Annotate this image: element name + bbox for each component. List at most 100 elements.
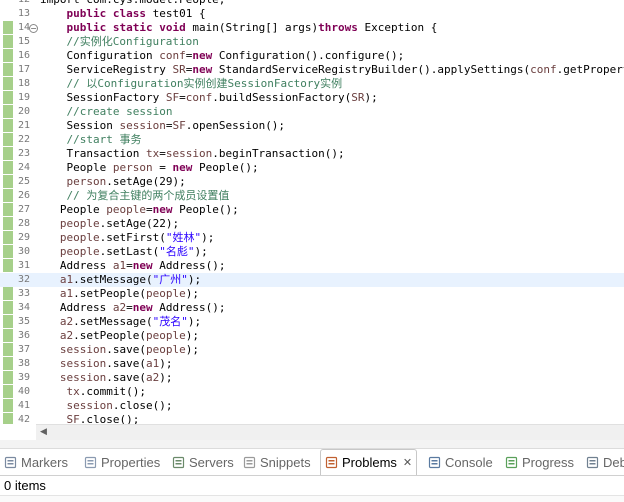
code-line[interactable]: 25 person.setAge(29); xyxy=(0,175,624,189)
line-number: 30 xyxy=(17,246,30,257)
tab-problems[interactable]: Problems ✕ xyxy=(320,449,418,475)
code-text: session.close(); xyxy=(66,399,173,412)
tab-console[interactable]: Console xyxy=(428,449,493,475)
line-number: 37 xyxy=(17,344,30,355)
code-text: tx.commit(); xyxy=(66,385,146,398)
close-icon[interactable]: ✕ xyxy=(403,456,412,469)
tab-properties[interactable]: Properties xyxy=(84,449,160,475)
line-number: 33 xyxy=(17,288,30,299)
line-number: 20 xyxy=(17,106,30,117)
code-text: a1.setPeople(people); xyxy=(59,287,199,300)
code-line[interactable]: 16 Configuration conf=new Configuration(… xyxy=(0,49,624,63)
code-text: SF.close(); xyxy=(66,413,140,424)
line-number: 22 xyxy=(17,134,30,145)
code-line[interactable]: 27 People people=new People(); xyxy=(0,203,624,217)
tab-label: Markers xyxy=(21,454,68,470)
line-number: 25 xyxy=(17,176,30,187)
code-text: import com.cys.model.People; xyxy=(40,0,225,7)
code-text: Address a2=new Address(); xyxy=(40,301,226,314)
code-text: SessionFactory SF=conf.buildSessionFacto… xyxy=(40,91,378,104)
problems-view: 0 items xyxy=(0,475,624,502)
code-text: // 以Configuration实例创建SessionFactory实例 xyxy=(66,77,343,90)
code-line[interactable]: 15 //实例化Configuration xyxy=(0,35,624,49)
problems-icon xyxy=(325,456,338,469)
code-line[interactable]: 23 Transaction tx=session.beginTransacti… xyxy=(0,147,624,161)
code-line[interactable]: 21 Session session=SF.openSession(); xyxy=(0,119,624,133)
code-line[interactable]: 13 public class test01 { xyxy=(0,7,624,21)
code-line[interactable]: 40 tx.commit(); xyxy=(0,385,624,399)
code-line[interactable]: 41 session.close(); xyxy=(0,399,624,413)
code-line[interactable]: 33 a1.setPeople(people); xyxy=(0,287,624,301)
code-text: //start 事务 xyxy=(66,133,142,146)
horizontal-scrollbar[interactable]: ◀ xyxy=(36,424,624,440)
progress-icon xyxy=(505,456,518,469)
code-text: people.setAge(22); xyxy=(59,217,180,230)
scroll-left-icon[interactable]: ◀ xyxy=(40,427,47,437)
code-line[interactable]: 34 Address a2=new Address(); xyxy=(0,301,624,315)
code-line[interactable]: 32 a1.setMessage("广州"); xyxy=(0,273,624,287)
code-text: session.save(people); xyxy=(59,343,199,356)
view-tab-bar: Markers Properties Servers Snippets Problems… xyxy=(0,449,624,475)
code-line[interactable]: 42 SF.close(); xyxy=(0,413,624,424)
fold-toggle-icon[interactable]: − xyxy=(29,24,38,33)
code-text: //create session xyxy=(66,105,173,118)
tab-label: Console xyxy=(445,454,493,470)
tab-label: Servers xyxy=(189,454,234,470)
code-line[interactable]: 22 //start 事务 xyxy=(0,133,624,147)
tab-deb[interactable]: Deb xyxy=(586,449,624,475)
tab-label: Properties xyxy=(101,454,161,470)
code-text: People people=new People(); xyxy=(40,203,239,216)
line-number: 17 xyxy=(17,64,30,75)
panel-separator[interactable] xyxy=(0,440,624,449)
line-number: 29 xyxy=(17,232,30,243)
tab-servers[interactable]: Servers xyxy=(172,449,234,475)
tab-label: Problems xyxy=(342,455,397,470)
code-line[interactable]: 24 People person = new People(); xyxy=(0,161,624,175)
code-line[interactable]: 29 people.setFirst("姓林"); xyxy=(0,231,624,245)
code-text: ServiceRegistry SR=new StandardServiceRe… xyxy=(40,63,624,76)
line-number: 41 xyxy=(17,400,30,411)
line-number: 26 xyxy=(17,190,30,201)
properties-icon xyxy=(84,456,97,469)
code-line[interactable]: 35 a2.setMessage("茂名"); xyxy=(0,315,624,329)
line-number: 36 xyxy=(17,330,30,341)
code-line[interactable]: 39 session.save(a2); xyxy=(0,371,624,385)
code-line[interactable]: 26 // 为复合主键的两个成员设置值 xyxy=(0,189,624,203)
code-line[interactable]: 17 ServiceRegistry SR=new StandardServic… xyxy=(0,63,624,77)
tab-markers[interactable]: Markers xyxy=(4,449,68,475)
code-line[interactable]: 20 //create session xyxy=(0,105,624,119)
code-text: // 为复合主键的两个成员设置值 xyxy=(66,189,230,202)
tab-progress[interactable]: Progress xyxy=(505,449,574,475)
code-line[interactable]: 30 people.setLast("名彪"); xyxy=(0,245,624,259)
code-line[interactable]: 38 session.save(a1); xyxy=(0,357,624,371)
tab-label: Progress xyxy=(522,454,575,470)
code-line[interactable]: 28 people.setAge(22); xyxy=(0,217,624,231)
code-text: public class test01 { xyxy=(66,7,206,20)
line-number: 12 xyxy=(16,0,30,7)
code-text: person.setAge(29); xyxy=(66,175,186,188)
line-number: 13 xyxy=(17,8,30,19)
code-text: a1.setMessage("广州"); xyxy=(59,273,202,286)
code-line[interactable]: 31 Address a1=new Address(); xyxy=(0,259,624,273)
code-line[interactable]: 18 // 以Configuration实例创建SessionFactory实例 xyxy=(0,77,624,91)
code-line[interactable]: 19 SessionFactory SF=conf.buildSessionFa… xyxy=(0,91,624,105)
tab-snippets[interactable]: Snippets xyxy=(243,449,311,475)
code-text: session.save(a2); xyxy=(59,371,173,384)
code-line[interactable]: 37 session.save(people); xyxy=(0,343,624,357)
code-editor[interactable]: 12import com.cys.model.People;13 public … xyxy=(0,0,624,424)
code-text: //实例化Configuration xyxy=(66,35,199,48)
line-number: 38 xyxy=(17,358,30,369)
line-number: 42 xyxy=(17,414,30,424)
code-text: public static void main(String[] args)th… xyxy=(66,21,438,34)
code-text: Configuration conf=new Configuration().c… xyxy=(40,49,405,62)
code-text: people.setFirst("姓林"); xyxy=(59,231,215,244)
code-line[interactable]: 14− public static void main(String[] arg… xyxy=(0,21,624,35)
line-number: 31 xyxy=(17,260,30,271)
tab-label: Deb xyxy=(603,454,624,470)
code-line[interactable]: 36 a2.setPeople(people); xyxy=(0,329,624,343)
tab-label: Snippets xyxy=(260,454,311,470)
line-number: 35 xyxy=(17,316,30,327)
code-text: a2.setMessage("茂名"); xyxy=(59,315,202,328)
line-number: 18 xyxy=(17,78,30,89)
code-line[interactable]: 12 import com.cys.model.People; xyxy=(0,0,624,7)
